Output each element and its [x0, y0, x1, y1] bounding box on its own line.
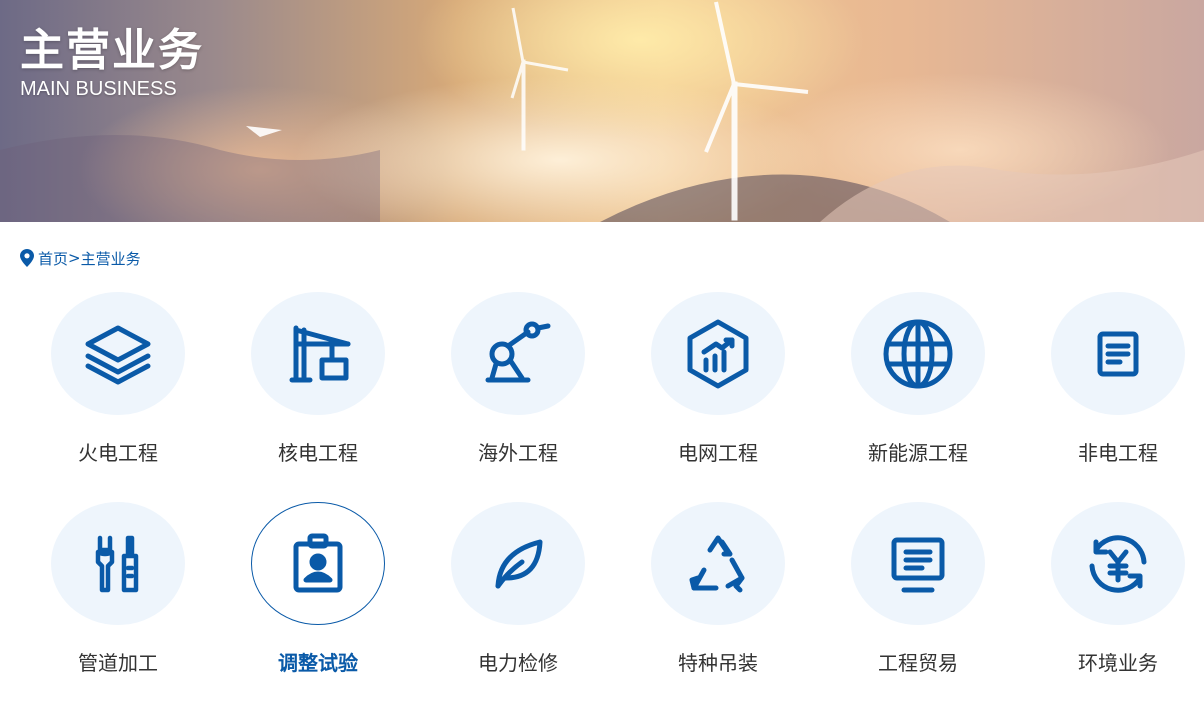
breadcrumb-current: 主营业务 [80, 249, 141, 268]
business-icon-circle [451, 502, 585, 625]
breadcrumb-home-link[interactable]: 首页 [38, 248, 68, 269]
business-item-power-maintenance[interactable]: 电力检修 [418, 502, 618, 676]
hero-banner: 主营业务 MAIN BUSINESS [0, 0, 1204, 222]
business-icon-circle [1051, 502, 1185, 625]
robot-arm-icon [485, 321, 551, 382]
business-icon-circle [251, 502, 385, 625]
crane-icon [289, 325, 351, 382]
business-icon-circle [1051, 292, 1185, 415]
business-item-pipeline-processing[interactable]: 管道加工 [18, 502, 218, 676]
page-subtitle: MAIN BUSINESS [20, 78, 177, 100]
document-icon [1097, 331, 1139, 376]
business-item-thermal-power[interactable]: 火电工程 [18, 292, 218, 466]
business-item-new-energy[interactable]: 新能源工程 [818, 292, 1018, 466]
breadcrumb: 首页 > 主营业务 [20, 248, 141, 268]
business-grid: 火电工程 核电工程 海外工程 电网工程 新能源工程 非电工程 管道加工 调整试验… [18, 292, 1204, 676]
business-label: 核电工程 [278, 441, 358, 465]
business-icon-circle [251, 292, 385, 415]
recycle-icon [689, 535, 745, 592]
tools-icon [95, 535, 139, 592]
business-item-engineering-trade[interactable]: 工程贸易 [818, 502, 1018, 676]
business-item-nuclear-power[interactable]: 核电工程 [218, 292, 418, 466]
business-item-non-power[interactable]: 非电工程 [1018, 292, 1204, 466]
business-icon-circle [851, 502, 985, 625]
business-item-adjustment-test[interactable]: 调整试验 [218, 502, 418, 676]
id-badge-icon [293, 533, 343, 592]
business-label: 海外工程 [478, 441, 558, 465]
business-label: 工程贸易 [878, 651, 958, 675]
business-label: 电网工程 [678, 441, 758, 465]
business-icon-circle [51, 292, 185, 415]
location-pin-icon [20, 249, 34, 267]
business-label: 特种吊装 [678, 651, 758, 675]
business-label: 新能源工程 [868, 441, 968, 465]
business-item-power-grid[interactable]: 电网工程 [618, 292, 818, 466]
leaf-icon [495, 539, 543, 588]
business-label: 管道加工 [78, 651, 158, 675]
business-icon-circle [51, 502, 185, 625]
business-icon-circle [651, 292, 785, 415]
layers-icon [85, 325, 151, 384]
breadcrumb-separator: > [68, 249, 81, 267]
hexagon-chart-icon [687, 319, 749, 388]
yuan-cycle-icon [1089, 534, 1147, 593]
monitor-icon [891, 537, 945, 592]
business-item-special-hoisting[interactable]: 特种吊装 [618, 502, 818, 676]
business-label: 电力检修 [478, 651, 558, 675]
business-label: 环境业务 [1078, 651, 1158, 675]
business-item-overseas[interactable]: 海外工程 [418, 292, 618, 466]
business-label: 调整试验 [278, 651, 358, 675]
business-item-environment[interactable]: 环境业务 [1018, 502, 1204, 676]
globe-icon [883, 319, 953, 388]
business-icon-circle [451, 292, 585, 415]
page-title: 主营业务 [20, 25, 204, 76]
business-icon-circle [651, 502, 785, 625]
business-label: 火电工程 [78, 441, 158, 465]
business-icon-circle [851, 292, 985, 415]
business-label: 非电工程 [1078, 441, 1158, 465]
